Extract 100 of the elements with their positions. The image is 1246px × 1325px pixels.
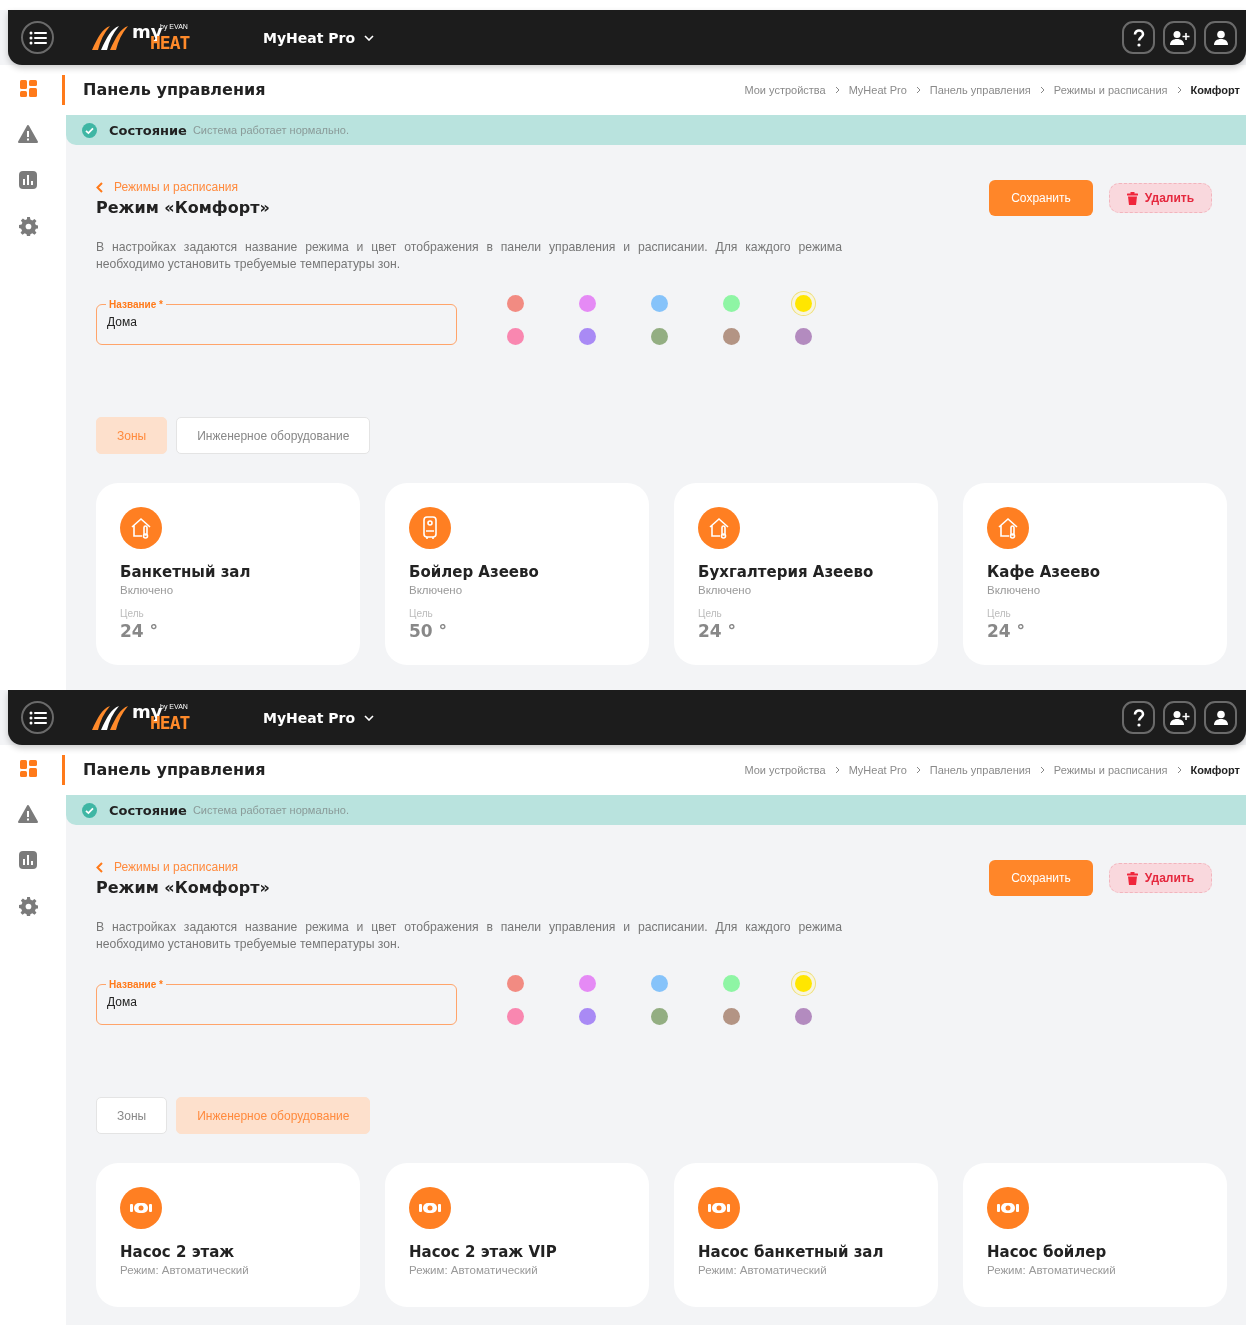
gear-nav-item[interactable] bbox=[17, 215, 39, 237]
device-status: Включено bbox=[698, 584, 752, 596]
breadcrumb-link[interactable]: Мои устройства bbox=[744, 84, 826, 96]
breadcrumb-link[interactable]: MyHeat Pro bbox=[848, 764, 907, 776]
warning-nav-item[interactable] bbox=[17, 803, 39, 825]
device-selector[interactable]: MyHeat Pro bbox=[263, 29, 375, 46]
delete-button[interactable]: Удалить bbox=[1109, 863, 1212, 893]
tab[interactable]: Зоны bbox=[96, 417, 168, 454]
color-swatch[interactable] bbox=[579, 975, 596, 992]
user-icon bbox=[1212, 29, 1229, 46]
device-mode: Режим: Автоматический bbox=[120, 1264, 249, 1276]
chart-nav-item[interactable] bbox=[17, 849, 39, 871]
color-swatch[interactable] bbox=[723, 975, 740, 992]
color-swatch[interactable] bbox=[723, 295, 740, 312]
device-card[interactable]: Банкетный зал Включено Цель 24 ° bbox=[96, 483, 360, 665]
color-swatch[interactable] bbox=[507, 295, 524, 312]
description-text: В настройках задаются название режима и цвет отображения в панели управления и расписании. Для каждого режима необходимо установить требуемые температуры зон. bbox=[96, 919, 842, 953]
color-swatch[interactable] bbox=[795, 328, 812, 345]
device-card[interactable]: Бухгалтерия Азеево Включено Цель 24 ° bbox=[674, 483, 938, 665]
device-card[interactable]: Кафе Азеево Включено Цель 24 ° bbox=[963, 483, 1227, 665]
device-selector[interactable]: MyHeat Pro bbox=[263, 709, 375, 726]
color-swatch[interactable] bbox=[723, 328, 740, 345]
breadcrumb-link[interactable]: Панель управления bbox=[929, 84, 1031, 96]
device-card[interactable]: Насос бойлер Режим: Автоматический bbox=[963, 1163, 1227, 1307]
name-input[interactable]: Дома bbox=[107, 990, 446, 1009]
device-card[interactable]: Бойлер Азеево Включено Цель 50 ° bbox=[385, 483, 649, 665]
menu-icon bbox=[28, 710, 47, 725]
target-label: Цель bbox=[987, 608, 1011, 619]
save-button[interactable]: Сохранить bbox=[989, 860, 1093, 896]
target-temperature: 24 ° bbox=[120, 621, 159, 641]
breadcrumb-link[interactable]: Режимы и расписания bbox=[1053, 84, 1168, 96]
status-text: Система работает нормально. bbox=[192, 124, 349, 136]
target-temperature: 24 ° bbox=[698, 621, 737, 641]
color-swatch[interactable] bbox=[507, 1008, 524, 1025]
name-input[interactable]: Дома bbox=[107, 310, 446, 329]
chart-nav-item[interactable] bbox=[17, 169, 39, 191]
house-thermometer-icon bbox=[987, 507, 1029, 549]
check-circle-icon bbox=[82, 802, 97, 818]
pump-icon bbox=[698, 1187, 740, 1229]
color-swatch[interactable] bbox=[795, 1008, 812, 1025]
device-mode: Режим: Автоматический bbox=[698, 1264, 827, 1276]
profile-button[interactable] bbox=[1204, 701, 1237, 734]
device-status: Включено bbox=[120, 584, 174, 596]
logo-icon bbox=[90, 24, 128, 51]
target-label: Цель bbox=[409, 608, 433, 619]
color-swatch[interactable] bbox=[651, 1008, 668, 1025]
page-title: Панель управления bbox=[62, 755, 266, 785]
target-temperature: 50 ° bbox=[409, 621, 448, 641]
pump-icon bbox=[409, 1187, 451, 1229]
device-card[interactable]: Насос 2 этаж Режим: Автоматический bbox=[96, 1163, 360, 1307]
device-card[interactable]: Насос 2 этаж VIP Режим: Автоматический bbox=[385, 1163, 649, 1307]
warning-nav-item[interactable] bbox=[17, 123, 39, 145]
tab[interactable]: Зоны bbox=[96, 1097, 168, 1134]
gear-nav-item[interactable] bbox=[17, 895, 39, 917]
back-link[interactable]: Режимы и расписания bbox=[96, 860, 270, 874]
tab[interactable]: Инженерное оборудование bbox=[176, 417, 371, 454]
name-field[interactable]: Название * Дома bbox=[96, 299, 457, 345]
profile-button[interactable] bbox=[1204, 21, 1237, 54]
device-name: Насос 2 этаж bbox=[120, 1243, 235, 1261]
help-button[interactable] bbox=[1122, 701, 1155, 734]
color-swatch[interactable] bbox=[723, 1008, 740, 1025]
breadcrumb-link[interactable]: Комфорт bbox=[1190, 764, 1240, 776]
color-swatch[interactable] bbox=[579, 295, 596, 312]
add-user-icon bbox=[1169, 709, 1190, 726]
name-field[interactable]: Название * Дома bbox=[96, 979, 457, 1025]
chevron-right-icon bbox=[834, 766, 840, 774]
dashboard-nav-item[interactable] bbox=[17, 77, 39, 99]
breadcrumb-link[interactable]: Комфорт bbox=[1190, 84, 1240, 96]
color-swatch[interactable] bbox=[651, 295, 668, 312]
delete-button[interactable]: Удалить bbox=[1109, 183, 1212, 213]
color-swatch[interactable] bbox=[507, 328, 524, 345]
device-name: Банкетный зал bbox=[120, 563, 251, 581]
color-swatch[interactable] bbox=[651, 975, 668, 992]
trash-icon bbox=[1126, 871, 1138, 885]
house-thermometer-icon bbox=[120, 507, 162, 549]
color-swatch[interactable] bbox=[579, 328, 596, 345]
device-card[interactable]: Насос банкетный зал Режим: Автоматический bbox=[674, 1163, 938, 1307]
breadcrumb-link[interactable]: Мои устройства bbox=[744, 764, 826, 776]
device-name: Бойлер Азеево bbox=[409, 563, 539, 581]
pump-icon bbox=[120, 1187, 162, 1229]
breadcrumb-link[interactable]: MyHeat Pro bbox=[848, 84, 907, 96]
chevron-left-icon bbox=[96, 861, 103, 873]
add-user-button[interactable] bbox=[1163, 701, 1196, 734]
tab[interactable]: Инженерное оборудование bbox=[176, 1097, 371, 1134]
color-swatch[interactable] bbox=[579, 1008, 596, 1025]
menu-button[interactable] bbox=[21, 21, 54, 54]
add-user-button[interactable] bbox=[1163, 21, 1196, 54]
save-button[interactable]: Сохранить bbox=[989, 180, 1093, 216]
breadcrumb-link[interactable]: Режимы и расписания bbox=[1053, 764, 1168, 776]
page-title: Панель управления bbox=[62, 75, 266, 105]
breadcrumb-link[interactable]: Панель управления bbox=[929, 764, 1031, 776]
mode-title: Режим «Комфорт» bbox=[96, 198, 270, 217]
color-swatch[interactable] bbox=[507, 975, 524, 992]
chevron-down-icon bbox=[364, 34, 375, 41]
menu-button[interactable] bbox=[21, 701, 54, 734]
check-circle-icon bbox=[82, 122, 97, 138]
color-swatch[interactable] bbox=[651, 328, 668, 345]
help-button[interactable] bbox=[1122, 21, 1155, 54]
back-link[interactable]: Режимы и расписания bbox=[96, 180, 270, 194]
dashboard-nav-item[interactable] bbox=[17, 757, 39, 779]
